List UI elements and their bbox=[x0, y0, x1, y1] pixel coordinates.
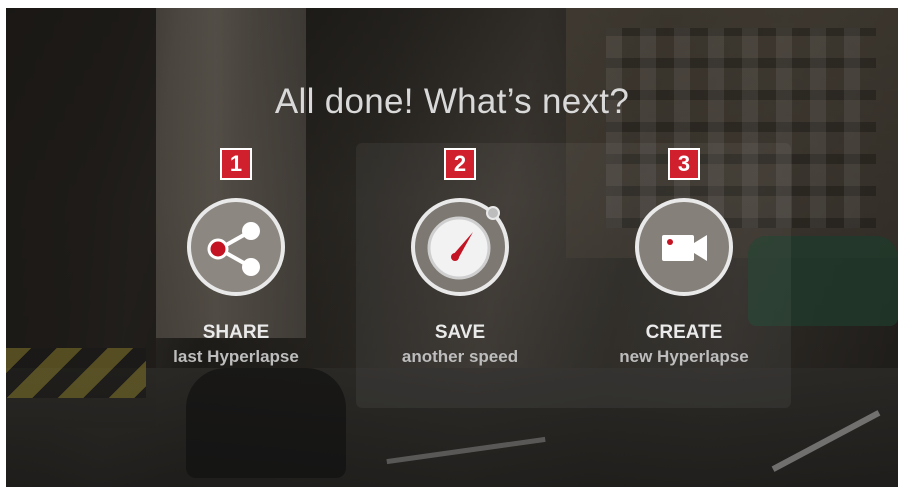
stopwatch-icon bbox=[427, 206, 500, 280]
share-icon bbox=[207, 222, 260, 276]
save-button[interactable] bbox=[411, 198, 509, 296]
save-label: SAVE bbox=[434, 322, 486, 343]
share-option[interactable]: 1 SHARE last Hyperlapse bbox=[136, 148, 336, 367]
create-button[interactable] bbox=[635, 198, 733, 296]
share-label: SHARE bbox=[202, 322, 270, 343]
screen: All done! What’s next? 1 SHARE last Hype… bbox=[6, 8, 898, 487]
share-sublabel: last Hyperlapse bbox=[173, 347, 299, 366]
step-badge-2: 2 bbox=[444, 148, 476, 180]
step-badge-3: 3 bbox=[668, 148, 700, 180]
save-option[interactable]: 2 SAVE another speed bbox=[360, 148, 560, 367]
create-option[interactable]: 3 CREATE new Hyperlapse bbox=[584, 148, 784, 367]
background-hazard-stripes bbox=[6, 348, 146, 398]
share-button[interactable] bbox=[187, 198, 285, 296]
create-sublabel: new Hyperlapse bbox=[619, 347, 749, 366]
save-sublabel: another speed bbox=[401, 347, 519, 366]
create-label: CREATE bbox=[645, 322, 723, 343]
step-badge-1: 1 bbox=[220, 148, 252, 180]
background-scooter bbox=[186, 368, 346, 478]
video-camera-icon bbox=[662, 235, 707, 261]
page-title: All done! What’s next? bbox=[274, 82, 630, 121]
